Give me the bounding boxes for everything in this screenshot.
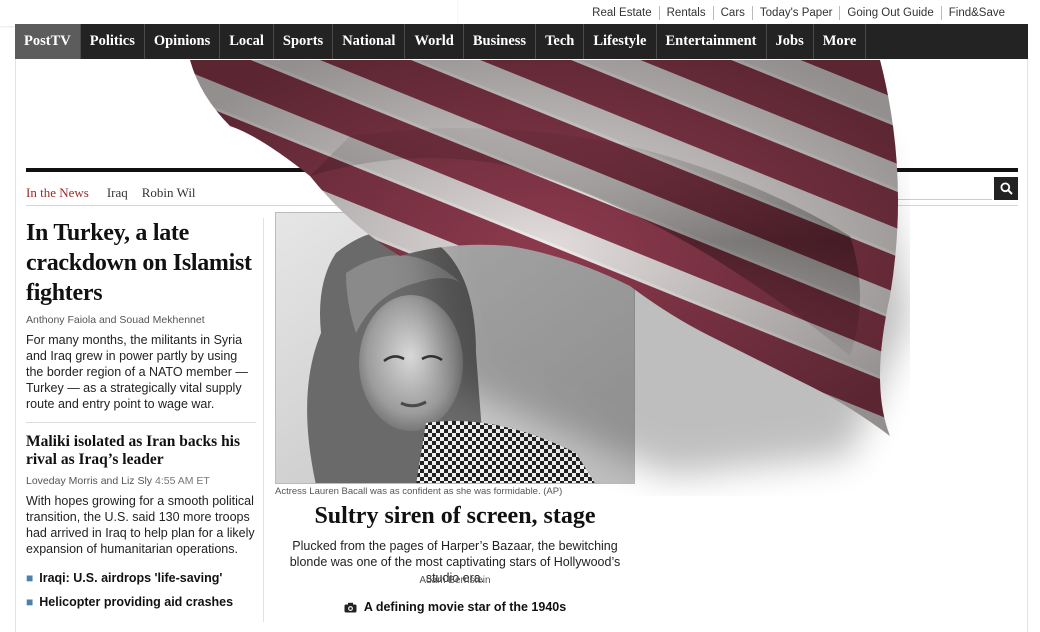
related-link-label: Helicopter providing aid crashes (39, 595, 234, 609)
nav-opinions[interactable]: Opinions (145, 24, 221, 59)
nav-world[interactable]: World (405, 24, 464, 59)
header-strip (0, 0, 457, 26)
related-link[interactable]: ■ Iraqi: U.S. airdrops 'life-saving' (26, 571, 256, 585)
nav-more[interactable]: More (814, 24, 867, 59)
nav-local[interactable]: Local (220, 24, 274, 59)
nav-posttv[interactable]: PostTV (15, 24, 81, 59)
story-divider (26, 422, 256, 423)
util-going-out-guide[interactable]: Going Out Guide (839, 6, 940, 20)
related-link-label: Iraqi: U.S. airdrops 'life-saving' (39, 571, 223, 585)
portrait-image (276, 213, 634, 483)
column-divider (263, 218, 264, 622)
main-nav: PostTV Politics Opinions Local Sports Na… (15, 24, 1028, 59)
bullet-icon: ■ (26, 571, 34, 585)
search-button[interactable] (994, 177, 1018, 200)
photo-caption: Actress Lauren Bacall was as confident a… (275, 486, 563, 497)
gallery-link-label: A defining movie star of the 1940s (363, 600, 567, 614)
news-divider (26, 205, 1018, 206)
feature-headline[interactable]: Sultry siren of screen, stage (275, 503, 635, 530)
related-link[interactable]: ■ Helicopter providing aid crashes (26, 595, 256, 609)
bullet-icon: ■ (26, 595, 34, 609)
gallery-link[interactable]: A defining movie star of the 1940s (275, 600, 635, 614)
second-time: 4:55 AM ET (154, 475, 210, 487)
news-topic-iraq[interactable]: Iraq (107, 185, 128, 201)
in-the-news-label: In the News (26, 185, 89, 200)
nav-national[interactable]: National (333, 24, 406, 59)
util-real-estate[interactable]: Real Estate (585, 6, 658, 20)
nav-lifestyle[interactable]: Lifestyle (584, 24, 657, 59)
lead-headline[interactable]: In Turkey, a late crackdown on Islamist … (26, 218, 256, 308)
utility-links: Real Estate Rentals Cars Today's Paper G… (585, 6, 1012, 20)
left-column: In Turkey, a late crackdown on Islamist … (26, 218, 256, 609)
nav-sports[interactable]: Sports (274, 24, 334, 59)
second-authors: Loveday Morris and Liz Sly (26, 475, 153, 487)
util-cars[interactable]: Cars (712, 6, 752, 20)
util-find-save[interactable]: Find&Save (940, 6, 1012, 20)
in-the-news-bar: In the News Iraq Robin Wil (26, 185, 210, 201)
nav-tech[interactable]: Tech (536, 24, 585, 59)
nav-jobs[interactable]: Jobs (767, 24, 814, 59)
search-icon (1000, 182, 1013, 195)
nav-business[interactable]: Business (464, 24, 537, 59)
util-rentals[interactable]: Rentals (658, 6, 713, 20)
lead-byline: Anthony Faiola and Souad Mekhennet (26, 314, 205, 326)
nav-politics[interactable]: Politics (81, 24, 145, 59)
util-todays-paper[interactable]: Today's Paper (751, 6, 840, 20)
search-input[interactable] (880, 178, 992, 200)
feature-byline: Adam Bernstein (419, 575, 491, 586)
second-headline[interactable]: Maliki isolated as Iran backs his rival … (26, 433, 256, 469)
section-rule (26, 168, 1018, 172)
nav-entertainment[interactable]: Entertainment (657, 24, 767, 59)
camera-icon (344, 602, 357, 612)
feature-photo[interactable] (275, 212, 635, 484)
second-byline: Loveday Morris and Liz Sly 4:55 AM ET (26, 475, 256, 487)
lead-blurb: For many months, the militants in Syria … (26, 333, 248, 411)
second-blurb: With hopes growing for a smooth politica… (26, 494, 255, 556)
news-topic-robin-williams[interactable]: Robin Wil (142, 185, 196, 201)
